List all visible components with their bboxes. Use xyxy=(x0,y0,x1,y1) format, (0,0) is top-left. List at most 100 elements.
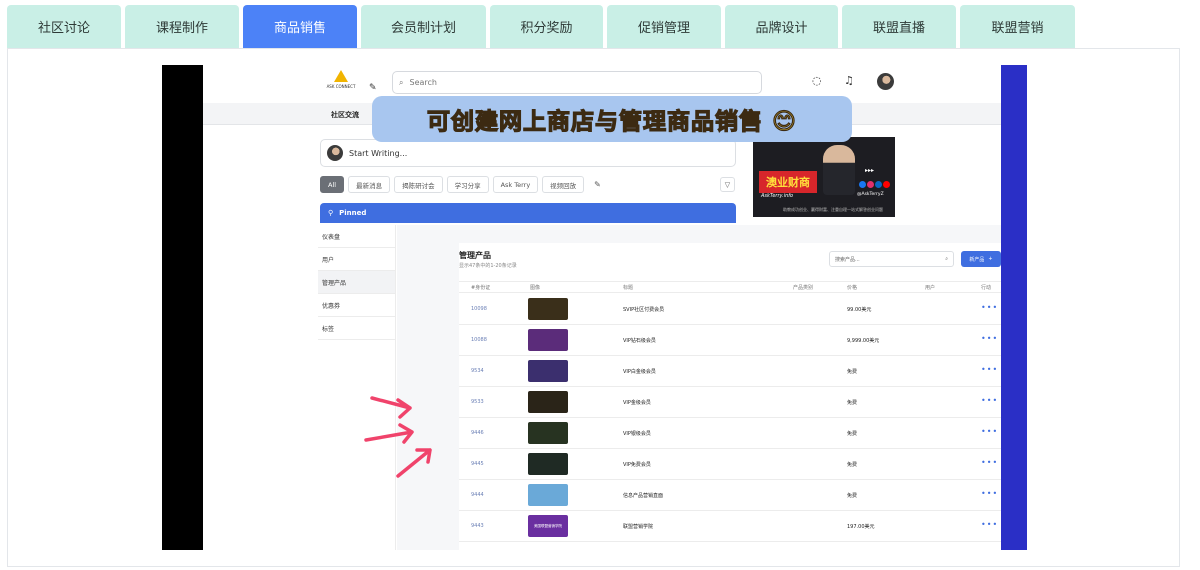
sidebar-item-products[interactable]: 管理产品 xyxy=(318,271,395,294)
filter-chip[interactable]: 学习分享 xyxy=(446,176,489,193)
pinned-bar[interactable]: ⚲ Pinned xyxy=(320,203,736,223)
search-input[interactable]: ⌕ Search xyxy=(392,71,762,94)
promo-tag: @AskTerryZ xyxy=(857,192,884,197)
filter-chip[interactable]: 最新消息 xyxy=(348,176,391,193)
tab-product-sales[interactable]: 商品销售 xyxy=(243,5,357,48)
product-id[interactable]: 10098 xyxy=(471,306,487,312)
product-id[interactable]: 9534 xyxy=(471,368,484,374)
product-title[interactable]: VIP钻石级会员 xyxy=(623,337,656,344)
tab-promotions[interactable]: 促销管理 xyxy=(607,5,721,48)
more-actions-icon[interactable]: ••• xyxy=(981,458,998,467)
filter-chip[interactable]: All xyxy=(320,176,345,193)
compose-box[interactable]: Start Writing... xyxy=(320,139,736,167)
product-price: 免费 xyxy=(847,400,858,406)
more-actions-icon[interactable]: ••• xyxy=(981,396,998,405)
col-id: #身份证 xyxy=(471,285,491,291)
more-actions-icon[interactable]: ••• xyxy=(981,303,998,312)
logo-text: ASK CONNECT xyxy=(326,84,356,89)
chat-icon[interactable]: ◌ xyxy=(812,74,822,87)
tab-affiliate-live[interactable]: 联盟直播 xyxy=(842,5,956,48)
tab-branding[interactable]: 品牌设计 xyxy=(725,5,838,48)
product-id[interactable]: 9443 xyxy=(471,523,484,529)
table-row[interactable]: 9444 信息产品营销直面 免费 ••• xyxy=(459,480,1001,511)
new-product-button[interactable]: 新产品 + xyxy=(961,251,1001,267)
record-count: 显示47条中的1-20条记录 xyxy=(459,263,517,269)
tab-points[interactable]: 积分奖励 xyxy=(490,5,603,48)
product-title[interactable]: 信息产品营销直面 xyxy=(623,492,663,499)
search-placeholder: Search xyxy=(409,78,437,87)
product-title[interactable]: VIP金级会员 xyxy=(623,399,651,406)
product-title[interactable]: SVIP社区付费会员 xyxy=(623,306,664,313)
promo-person-image xyxy=(823,145,855,195)
col-actions: 行动 xyxy=(981,285,992,291)
table-row[interactable]: 9446 VIP银级会员 免费 ••• xyxy=(459,418,1001,449)
promo-handle: AskTerry.info xyxy=(761,193,794,199)
linkedin-icon xyxy=(875,181,882,188)
admin-sidebar: 仪表盘 用户 管理产品 优惠券 标签 xyxy=(318,225,396,550)
table-row[interactable]: 9445 VIP免费会员 免费 ••• xyxy=(459,449,1001,480)
table-header: #身份证 图像 标题 产品类别 价格 用户 行动 xyxy=(459,281,1001,293)
composer-avatar xyxy=(327,145,343,161)
edit-filters-icon[interactable]: ✎ xyxy=(594,180,601,189)
product-thumbnail xyxy=(528,360,568,382)
table-row[interactable]: 10098 SVIP社区付费会员 99.00美元 ••• xyxy=(459,294,1001,325)
pinned-label: Pinned xyxy=(339,209,367,217)
product-id[interactable]: 10088 xyxy=(471,337,487,343)
app-logo[interactable]: ASK CONNECT xyxy=(320,70,362,98)
product-title[interactable]: 联盟营销学院 xyxy=(623,523,653,530)
products-panel: 管理产品 显示47条中的1-20条记录 搜索产品... ⌕ 新产品 + #身份证… xyxy=(459,243,1001,550)
product-thumbnail xyxy=(528,453,568,475)
product-title[interactable]: VIP银级会员 xyxy=(623,430,651,437)
avatar[interactable] xyxy=(877,73,894,90)
tab-courses[interactable]: 课程制作 xyxy=(125,5,239,48)
product-price: 免费 xyxy=(847,462,858,468)
tab-membership[interactable]: 会员制计划 xyxy=(361,5,486,48)
product-title[interactable]: VIP免费会员 xyxy=(623,461,651,468)
product-price: 99.00美元 xyxy=(847,307,872,313)
tab-community[interactable]: 社区讨论 xyxy=(7,5,121,48)
product-price: 9,999.00美元 xyxy=(847,338,880,344)
filter-chip[interactable]: 视频回放 xyxy=(542,176,585,193)
product-title[interactable]: VIP白金级会员 xyxy=(623,368,656,375)
new-product-label: 新产品 xyxy=(969,256,985,263)
edit-icon[interactable]: ✎ xyxy=(369,83,377,93)
tab-affiliate-marketing[interactable]: 联盟营销 xyxy=(960,5,1075,48)
bell-icon[interactable]: ♫ xyxy=(844,74,854,87)
sidebar-item-dashboard[interactable]: 仪表盘 xyxy=(318,225,395,248)
more-actions-icon[interactable]: ••• xyxy=(981,489,998,498)
product-id[interactable]: 9445 xyxy=(471,461,484,467)
col-price: 价格 xyxy=(847,285,858,291)
more-actions-icon[interactable]: ••• xyxy=(981,520,998,529)
product-search-input[interactable]: 搜索产品... ⌕ xyxy=(829,251,954,267)
section-label[interactable]: 社区交流 xyxy=(331,110,359,120)
sidebar-item-tags[interactable]: 标签 xyxy=(318,317,395,340)
annotation-arrows xyxy=(364,396,432,478)
arrow-group xyxy=(364,396,432,478)
col-image: 图像 xyxy=(530,285,541,291)
product-id[interactable]: 9444 xyxy=(471,492,484,498)
product-search-placeholder: 搜索产品... xyxy=(835,256,860,263)
search-icon: ⌕ xyxy=(945,256,948,262)
table-row[interactable]: 9533 VIP金级会员 免费 ••• xyxy=(459,387,1001,418)
sidebar-item-coupons[interactable]: 优惠券 xyxy=(318,294,395,317)
funnel-icon[interactable]: ▽ xyxy=(720,177,735,192)
table-row[interactable]: 9443 美国联盟营销学院 联盟营销学院 197.00美元 ••• xyxy=(459,511,1001,542)
video-frame[interactable]: ASK CONNECT ✎ ⌕ Search ◌ ♫ 社区交流 Start Wr… xyxy=(162,65,1027,550)
sidebar-item-users[interactable]: 用户 xyxy=(318,248,395,271)
table-row[interactable]: 10088 VIP钻石级会员 9,999.00美元 ••• xyxy=(459,325,1001,356)
product-thumbnail: 美国联盟营销学院 xyxy=(528,515,568,537)
promo-banner[interactable]: ▸▸▸ 澳业财商 AskTerry.info @AskTerryZ 助教成功创业… xyxy=(753,137,895,217)
more-actions-icon[interactable]: ••• xyxy=(981,427,998,436)
filter-chip[interactable]: 揭陈研讨会 xyxy=(394,176,443,193)
product-price: 免费 xyxy=(847,369,858,375)
compose-placeholder: Start Writing... xyxy=(349,148,408,158)
promo-title: 澳业财商 xyxy=(759,171,817,193)
product-id[interactable]: 9446 xyxy=(471,430,484,436)
more-actions-icon[interactable]: ••• xyxy=(981,334,998,343)
product-id[interactable]: 9533 xyxy=(471,399,484,405)
video-right-bar xyxy=(1001,65,1027,550)
filter-chip[interactable]: Ask Terry xyxy=(492,176,539,193)
table-row[interactable]: 9534 VIP白金级会员 免费 ••• xyxy=(459,356,1001,387)
arrow-3 xyxy=(396,448,432,478)
more-actions-icon[interactable]: ••• xyxy=(981,365,998,374)
